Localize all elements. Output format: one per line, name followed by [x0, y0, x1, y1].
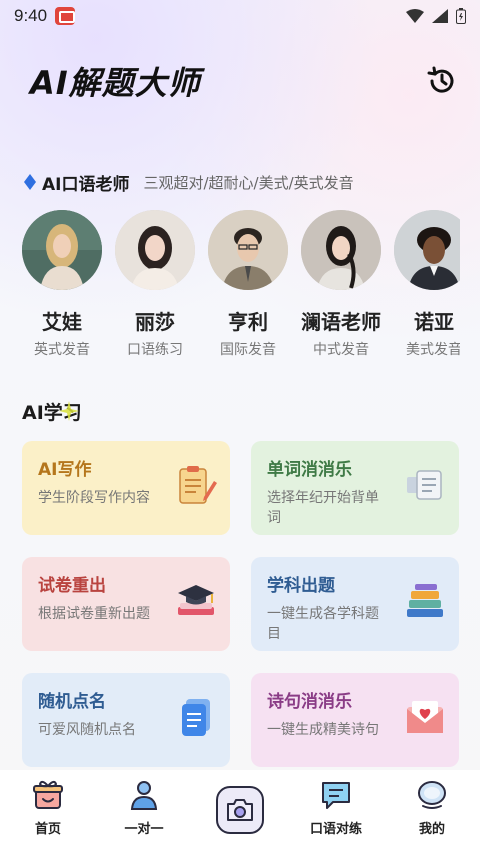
home-gift-icon — [33, 780, 63, 809]
profile-bubble-icon — [418, 781, 446, 809]
avatar — [394, 210, 460, 290]
teacher-card-noah[interactable]: 诺亚 美式发音 — [394, 210, 460, 360]
document-icon — [182, 699, 210, 736]
bottom-tab-bar: 首页 一对一 口语对练 我的 — [0, 770, 480, 843]
tab-speaking-practice[interactable]: 口语对练 — [288, 770, 384, 837]
tab-label: 我的 — [418, 822, 445, 837]
card-exam-regenerate[interactable]: 试卷重出 根据试卷重新出题 — [22, 557, 230, 651]
teacher-name: 亨利 — [228, 310, 268, 334]
tab-one-on-one[interactable]: 一对一 — [96, 770, 192, 837]
card-subject-questions[interactable]: 学科出题 一键生成各学科题目 — [251, 557, 459, 651]
tab-home[interactable]: 首页 — [0, 770, 96, 837]
sparkle-icon — [59, 401, 79, 421]
teacher-name: 艾娃 — [42, 310, 82, 334]
card-description: 学生阶段写作内容 — [38, 490, 150, 506]
tab-camera[interactable] — [192, 770, 288, 834]
card-description: 选择年纪开始背单词 — [267, 490, 379, 526]
tab-mine[interactable]: 我的 — [384, 770, 480, 837]
signal-icon — [432, 9, 448, 23]
card-ai-writing[interactable]: AI写作 学生阶段写作内容 — [22, 441, 230, 535]
app-title: AI解题大师 — [30, 64, 201, 102]
notification-app-icon — [55, 7, 76, 25]
card-description: 可爱风随机点名 — [38, 722, 136, 738]
teacher-card-ava[interactable]: 艾娃 英式发音 — [22, 210, 102, 360]
teacher-tag: 国际发音 — [220, 342, 276, 358]
teacher-name: 丽莎 — [135, 310, 175, 334]
status-icons — [406, 8, 466, 24]
tab-label: 口语对练 — [309, 822, 362, 837]
wifi-icon — [406, 9, 424, 23]
chat-icon — [322, 782, 350, 809]
learning-card-grid: AI写作 学生阶段写作内容 单词消消乐 选择年纪开始背单词 试卷重出 根据试卷重… — [22, 441, 459, 767]
teacher-carousel[interactable]: 艾娃 英式发音 丽莎 口语练习 亨利 国际发音 澜语老师 中式发音 诺亚 美式发… — [22, 210, 460, 360]
tab-label: 首页 — [34, 822, 61, 837]
teacher-card-henry[interactable]: 亨利 国际发音 — [208, 210, 288, 360]
teacher-card-lanyu[interactable]: 澜语老师 中式发音 — [301, 210, 381, 360]
tab-label: 一对一 — [124, 822, 164, 837]
card-poem-match[interactable]: 诗句消消乐 一键生成精美诗句 — [251, 673, 459, 767]
teacher-tag: 美式发音 — [406, 342, 460, 358]
battery-icon — [456, 8, 466, 24]
status-bar: 9:40 — [0, 0, 480, 32]
card-description: 一键生成精美诗句 — [267, 722, 379, 738]
flashcards-icon — [407, 470, 442, 500]
header: AI解题大师 — [30, 58, 460, 104]
diamond-icon — [24, 174, 36, 190]
avatar — [301, 210, 381, 290]
teacher-name: 澜语老师 — [301, 310, 381, 334]
teacher-tag: 英式发音 — [34, 342, 90, 358]
card-word-match[interactable]: 单词消消乐 选择年纪开始背单词 — [251, 441, 459, 535]
person-icon — [130, 781, 158, 810]
clipboard-pencil-icon — [179, 466, 217, 504]
card-description: 根据试卷重新出题 — [38, 606, 150, 622]
book-stack-icon — [407, 584, 443, 617]
envelope-heart-icon — [407, 701, 443, 733]
tutor-section-subtitle: 三观超对/超耐心/美式/英式发音 — [143, 173, 354, 192]
card-description: 一键生成各学科题目 — [267, 606, 379, 642]
teacher-card-lisa[interactable]: 丽莎 口语练习 — [115, 210, 195, 360]
tutor-section-title: AI口语老师 — [42, 174, 130, 195]
avatar — [115, 210, 195, 290]
card-random-rollcall[interactable]: 随机点名 可爱风随机点名 — [22, 673, 230, 767]
camera-button[interactable] — [216, 786, 264, 834]
teacher-tag: 口语练习 — [127, 342, 183, 358]
graduation-cap-book-icon — [178, 585, 214, 615]
tutor-section-header: AI口语老师 三观超对/超耐心/美式/英式发音 — [24, 170, 354, 195]
avatar — [22, 210, 102, 290]
history-icon — [427, 66, 454, 93]
status-time: 9:40 — [14, 6, 48, 25]
teacher-name: 诺亚 — [414, 310, 454, 334]
history-button[interactable] — [424, 63, 460, 99]
teacher-tag: 中式发音 — [313, 342, 369, 358]
camera-icon — [227, 799, 253, 821]
avatar — [208, 210, 288, 290]
